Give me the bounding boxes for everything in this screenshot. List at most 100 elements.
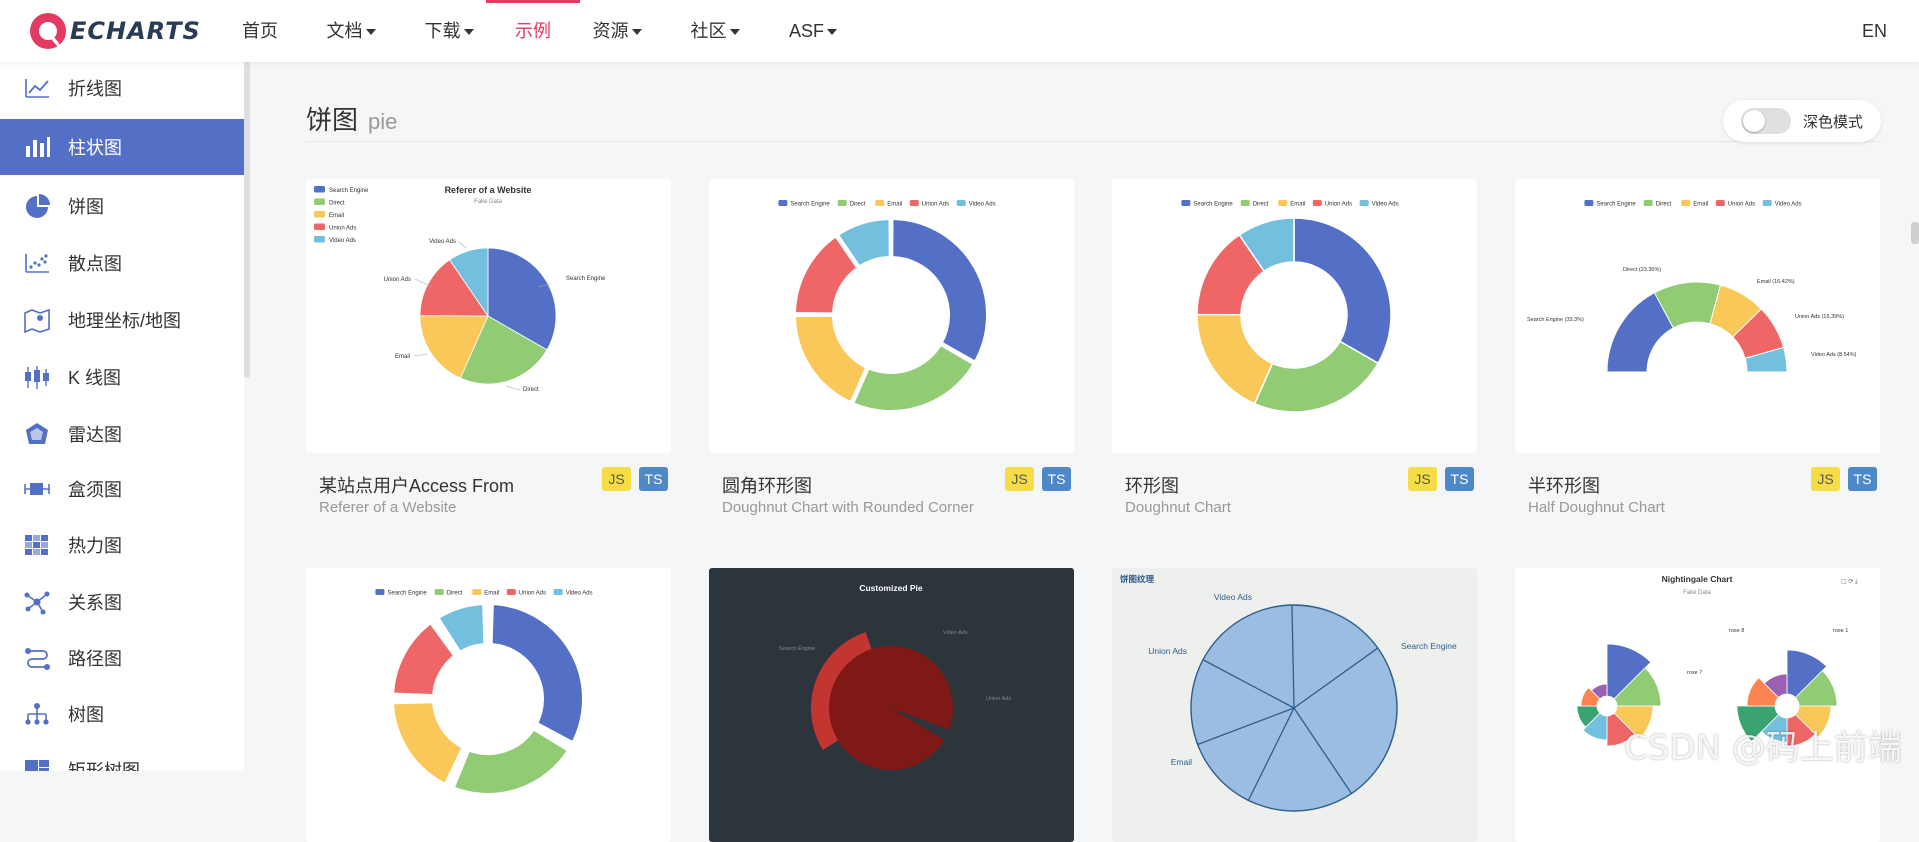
pie-slice [486,599,588,748]
graph-icon [22,588,52,616]
chart-rounded-doughnut: Search Engine Direct Email Union Ads Video A… [778,200,996,414]
tree-icon [22,700,52,728]
legend-swatch [314,198,325,205]
ts-badge[interactable]: TS [1848,467,1877,491]
legend-label: Search Engine [1193,202,1233,208]
example-card-pie-doughnut[interactable]: Search Engine Direct Email Union Ads Video A… [1112,179,1477,516]
card-title[interactable]: 某站点用户Access From [319,472,514,498]
chart-label: rose 7 [1687,670,1702,676]
sidebar-scrollbar[interactable] [244,62,250,378]
chart-label: rose 8 [1729,628,1744,634]
sidebar-item-5[interactable]: K 线图 [0,349,244,405]
legend-label: Union Ads [329,226,356,232]
card-title[interactable]: 环形图 [1125,472,1179,498]
label-leader-line [505,385,521,391]
dark-mode-toggle[interactable]: 深色模式 [1723,100,1881,142]
example-card-pie-rose[interactable]: Nightingale Chart Fake Data rose 1 rose 7 ro… [1515,568,1880,842]
echarts-logo-icon [30,13,66,49]
nav-item-label: 下载 [424,21,461,41]
js-badge[interactable]: JS [1005,467,1034,491]
thumbnail-pie-texture[interactable]: 饼图纹理 Search Engine Video Ads Union Ads Email [1112,568,1477,842]
label-leader-line [458,241,467,249]
legend-label: Video Ads [566,591,593,597]
nav-item-label: 示例 [515,21,551,41]
thumbnail-referer[interactable]: Referer of a Website Fake Data Search Engi… [306,179,671,453]
example-card-pie-pad-angle[interactable]: Search Engine Direct Email Union Ads Video A… [306,568,671,842]
legend-label: Direct [329,201,345,207]
nav-item-label: 首页 [242,21,278,41]
nav-item-1[interactable]: 文档 [302,0,400,62]
example-card-pie-pattern[interactable]: 饼图纹理 Search Engine Video Ads Union Ads Email [1112,568,1477,842]
legend-swatch [506,589,516,595]
legend-swatch [1240,200,1250,206]
echarts-logo[interactable]: ECHARTS [28,11,201,51]
nav-item-5[interactable]: 社区 [666,0,764,62]
caret-down-icon [365,29,376,36]
chart-label: Union Ads (15.39%) [1795,314,1844,320]
sidebar-item-4[interactable]: 地理坐标/地图 [0,292,244,348]
section-title: 饼图 pie [306,100,397,137]
legend-swatch [875,200,885,206]
sidebar-item-8[interactable]: 热力图 [0,517,244,573]
sidebar-item-label: 矩形树图 [68,761,140,771]
chart-title: Nightingale Chart [1662,574,1733,584]
sidebar-item-label: 热力图 [68,536,122,556]
page-scrollbar[interactable] [1911,222,1919,244]
legend-swatch [375,589,385,595]
example-card-pie-border-radius[interactable]: Search Engine Direct Email Union Ads Video A… [709,179,1074,516]
thumbnail-customized-pie[interactable]: Customized Pie Search Engine Video Ads Unio… [709,568,1074,842]
nav-item-2[interactable]: 下载 [400,0,498,62]
pie-chart-icon [22,192,52,220]
sidebar-item-12[interactable]: 矩形树图 [0,742,244,771]
thumbnail-rounded-doughnut[interactable]: Search Engine Direct Email Union Ads Video A… [709,179,1074,453]
sidebar-item-7[interactable]: 盒须图 [0,461,244,517]
label-leader-line [413,353,429,357]
thumbnail-doughnut[interactable]: Search Engine Direct Email Union Ads Video A… [1112,179,1477,453]
sidebar-item-label: 树图 [68,705,104,725]
sidebar-item-9[interactable]: 关系图 [0,574,244,630]
ts-badge[interactable]: TS [639,467,668,491]
legend-label: Search Engine [387,591,427,597]
sidebar-item-6[interactable]: 雷达图 [0,406,244,462]
js-badge[interactable]: JS [1408,467,1437,491]
legend-label: Email [484,591,499,597]
sidebar-item-11[interactable]: 树图 [0,686,244,742]
dark-mode-label: 深色模式 [1803,113,1864,131]
legend-label: Video Ads [969,202,996,208]
example-card-pie-half-donut[interactable]: Search Engine Direct Email Union Ads Video A… [1515,179,1880,516]
legend-swatch [909,200,919,206]
legend-label: Search Engine [1596,202,1636,208]
thumbnail-pad-angle-doughnut[interactable]: Search Engine Direct Email Union Ads Video A… [306,568,671,842]
legend-swatch [1584,200,1594,206]
legend-label: Direct [447,591,463,597]
nav-item-4[interactable]: 资源 [568,0,666,62]
thumbnail-half-doughnut[interactable]: Search Engine Direct Email Union Ads Video A… [1515,179,1880,453]
sidebar-item-1[interactable]: 柱状图 [0,119,244,175]
card-title[interactable]: 圆角环形图 [722,472,812,498]
ts-badge[interactable]: TS [1042,467,1071,491]
chart-subtitle: Fake Data [1683,590,1711,596]
caret-down-icon [631,29,642,36]
js-badge[interactable]: JS [602,467,631,491]
nav-item-label: 社区 [690,21,727,41]
js-badge[interactable]: JS [1811,467,1840,491]
sidebar-item-10[interactable]: 路径图 [0,630,244,686]
sidebar-item-2[interactable]: 饼图 [0,178,244,234]
chart-label: Union Ads [986,696,1011,702]
example-card-pie-simple[interactable]: Referer of a Website Fake Data Search Engi… [306,179,671,516]
sidebar-item-0[interactable]: 折线图 [0,62,244,116]
nav-item-6[interactable]: ASF [764,0,862,62]
chart-label: Union Ads [384,277,411,283]
card-title[interactable]: 半环形图 [1528,472,1600,498]
legend-label: Union Ads [1325,202,1352,208]
nav-item-3[interactable]: 示例 [486,0,580,62]
ts-badge[interactable]: TS [1445,467,1474,491]
toggle-switch[interactable] [1741,108,1791,134]
thumbnail-nightingale[interactable]: Nightingale Chart Fake Data rose 1 rose 7 ro… [1515,568,1880,842]
example-card-pie-custom[interactable]: Customized Pie Search Engine Video Ads Unio… [709,568,1074,842]
chart-nightingale: Nightingale Chart Fake Data rose 1 rose 7 ro… [1576,574,1858,747]
card-subtitle: Doughnut Chart [1125,499,1231,516]
language-switch[interactable]: EN [1862,0,1887,62]
nav-item-0[interactable]: 首页 [218,0,302,62]
sidebar-item-3[interactable]: 散点图 [0,235,244,291]
